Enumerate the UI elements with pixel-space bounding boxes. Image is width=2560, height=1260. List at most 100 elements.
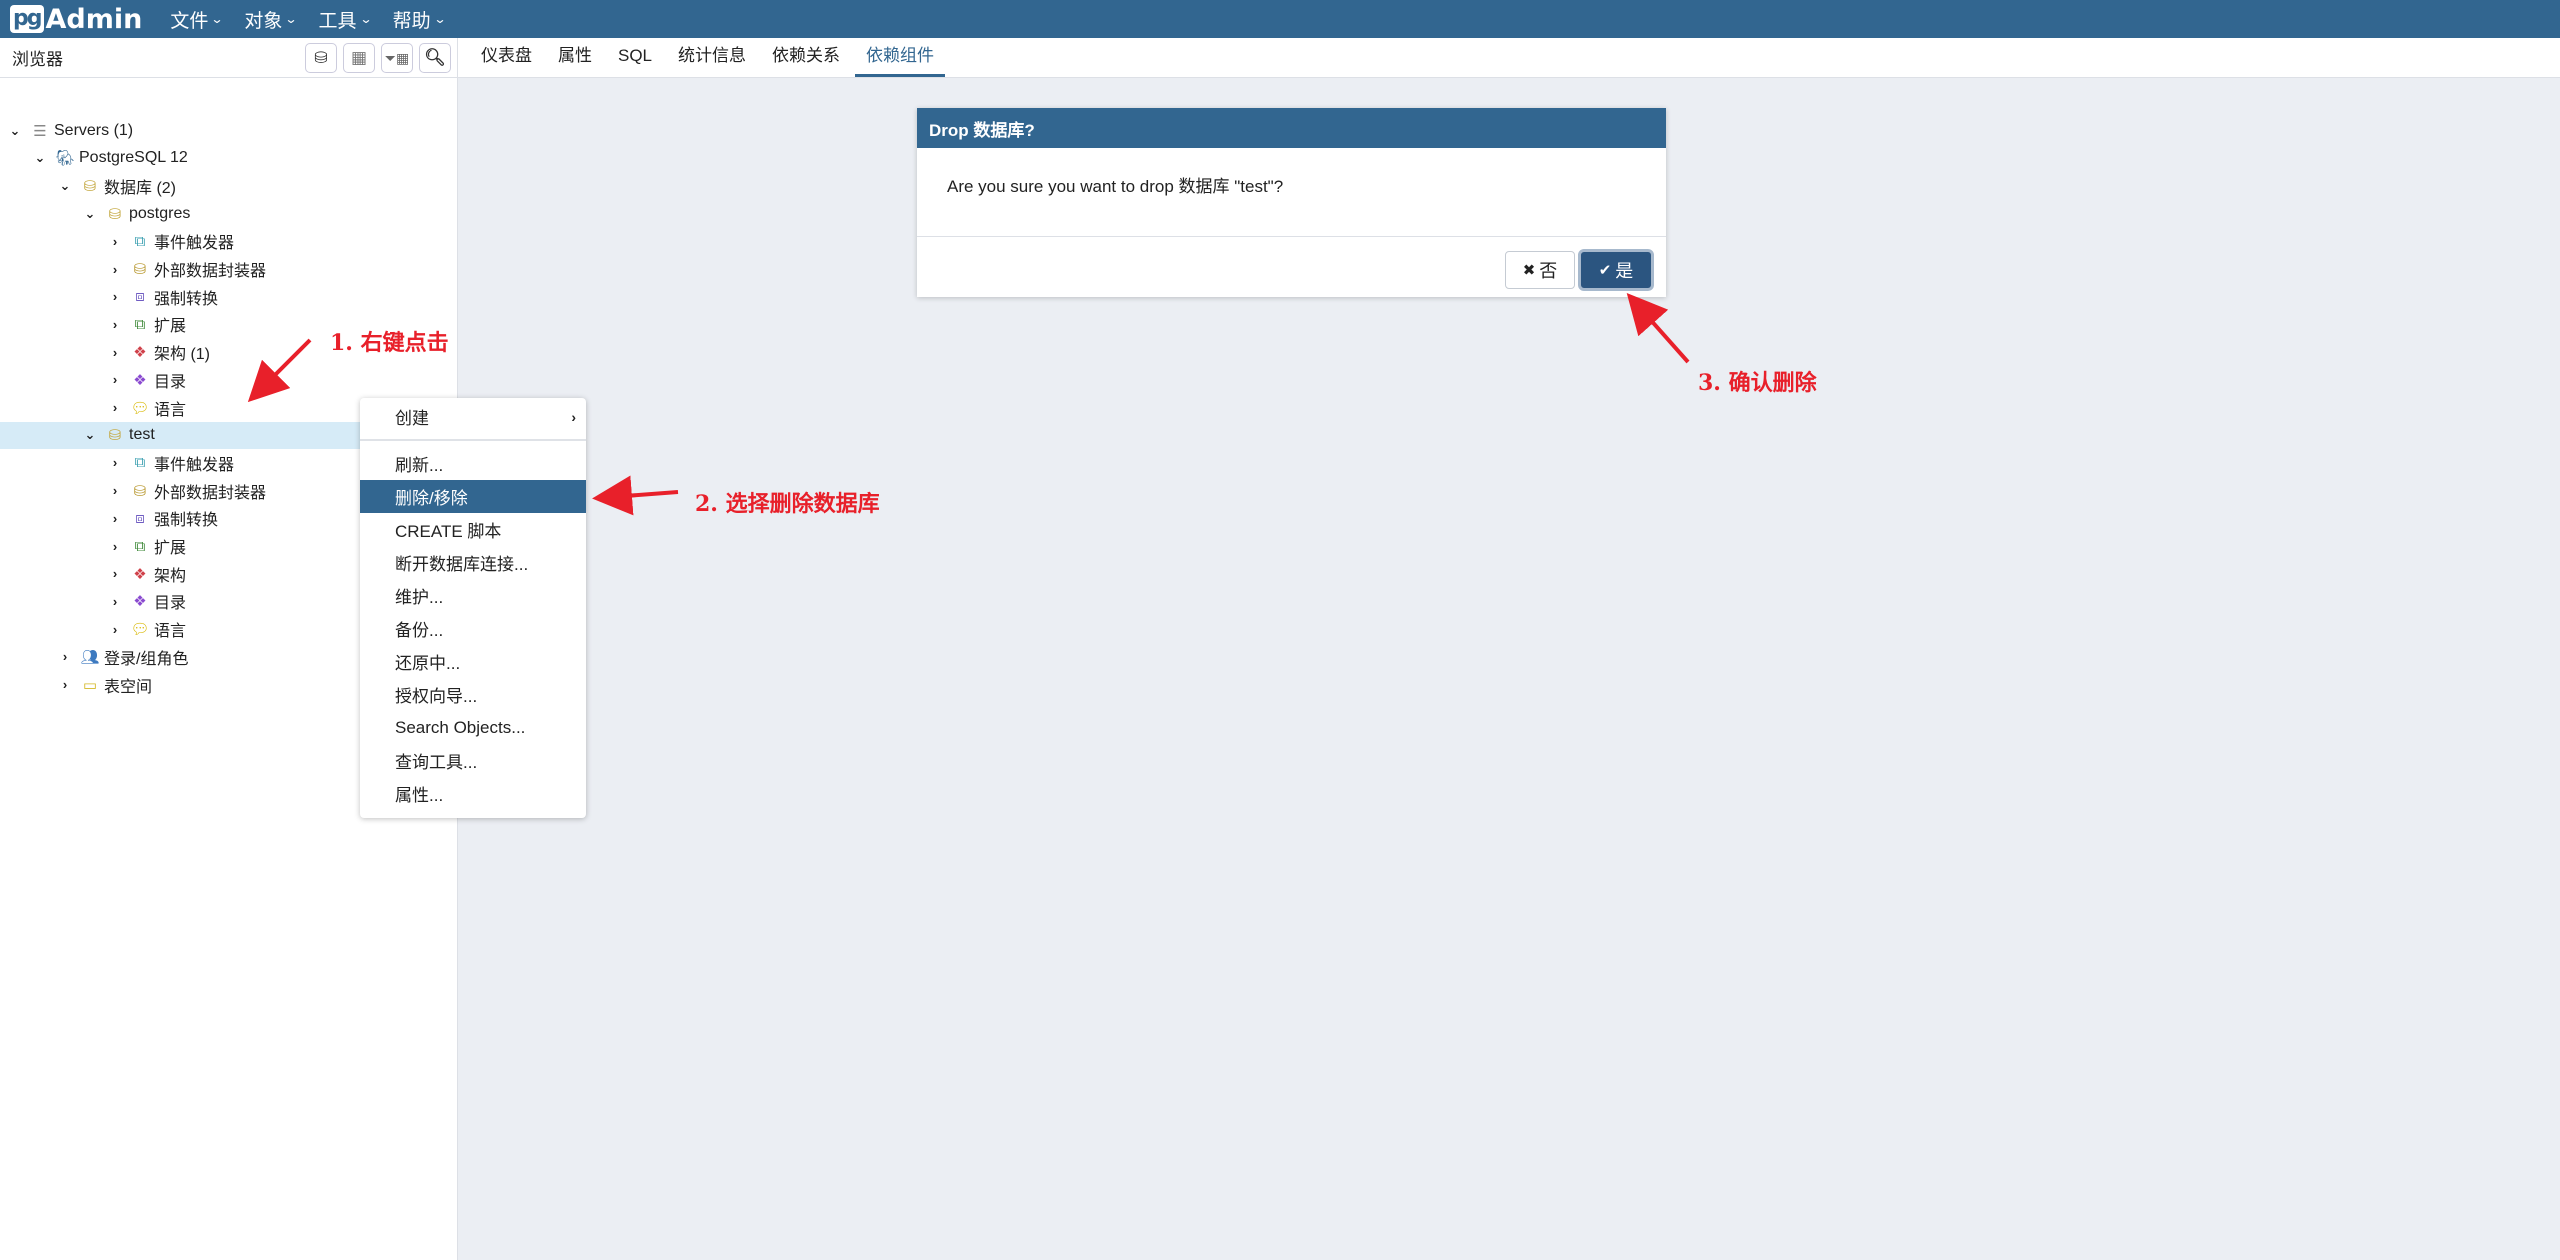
- chevron-right-icon[interactable]: ›: [108, 566, 122, 581]
- chevron-right-icon[interactable]: ›: [108, 289, 122, 304]
- menu-3[interactable]: 帮助 ⌄: [393, 6, 447, 33]
- tablespace-icon: ▭: [82, 676, 98, 694]
- no-button[interactable]: ✖ 否: [1505, 251, 1575, 289]
- pgadmin-logo: pg Admin: [10, 4, 142, 35]
- context-menu-item[interactable]: Search Objects...: [360, 711, 586, 744]
- context-menu-item[interactable]: 还原中...: [360, 645, 586, 678]
- chevron-down-icon[interactable]: ⌄: [33, 150, 47, 166]
- tree-node-label: 强制转换: [154, 512, 219, 530]
- view-data-icon: ▦: [350, 48, 368, 67]
- chevron-down-icon[interactable]: ⌄: [58, 178, 72, 194]
- context-menu-item[interactable]: 属性...: [360, 777, 586, 810]
- browser-title: 浏览器: [12, 50, 63, 69]
- context-menu-item[interactable]: 删除/移除: [360, 480, 586, 513]
- language-icon: 💬︎: [130, 399, 150, 417]
- tree-node-label: Servers (1): [54, 121, 134, 139]
- chevron-right-icon[interactable]: ›: [108, 455, 122, 470]
- databases-icon: ⛁: [83, 177, 97, 195]
- tree-node-label: 外部数据封装器: [154, 484, 267, 502]
- tree-node-label: 语言: [154, 623, 187, 641]
- chevron-right-icon[interactable]: ›: [108, 483, 122, 498]
- extension-icon: ⧉: [134, 315, 146, 333]
- tree-node-label: 外部数据封装器: [154, 263, 267, 280]
- drop-database-dialog: Drop 数据库? Are you sure you want to drop …: [917, 108, 1666, 297]
- tree-node-label: test: [129, 426, 155, 444]
- query-tool-button[interactable]: ⛁: [305, 43, 337, 73]
- extension-icon: ⧉: [134, 537, 146, 555]
- context-menu-item[interactable]: CREATE 脚本: [360, 513, 586, 546]
- annotation-step-1: 1. 右键点击: [330, 330, 449, 356]
- tree-node[interactable]: › ⧈ 强制转换: [0, 283, 457, 310]
- filtered-rows-icon: ⏷▦: [384, 49, 410, 66]
- chevron-right-icon[interactable]: ›: [108, 372, 122, 387]
- top-menubar: pg Admin 文件 ⌄ 对象 ⌄ 工具 ⌄ 帮助 ⌄: [0, 0, 2560, 38]
- servers-icon: ☰: [33, 122, 47, 140]
- fdw-icon: ⛁: [133, 261, 147, 278]
- tree-node-label: 事件触发器: [154, 456, 235, 474]
- view-data-button[interactable]: ▦: [343, 43, 375, 73]
- database-icon: ⛁: [108, 427, 122, 445]
- context-menu-item[interactable]: 创建 ›: [360, 400, 586, 433]
- chevron-down-icon: ⌄: [284, 12, 299, 26]
- context-menu-item[interactable]: 授权向导...: [360, 678, 586, 711]
- yes-button[interactable]: ✔ 是: [1578, 249, 1654, 291]
- tree-node[interactable]: ⌄ 🐘︎ PostgreSQL 12: [0, 145, 457, 172]
- tree-node[interactable]: › ❖ 目录: [0, 366, 457, 393]
- tree-node-label: postgres: [129, 204, 191, 222]
- tab-2[interactable]: SQL: [607, 46, 663, 77]
- chevron-right-icon[interactable]: ›: [108, 400, 122, 415]
- tree-node-label: 事件触发器: [154, 235, 235, 253]
- tab-4[interactable]: 依赖关系: [761, 41, 851, 77]
- search-objects-button[interactable]: 🔍︎: [419, 43, 451, 73]
- tree-node-label: 表空间: [104, 678, 153, 696]
- context-menu-item[interactable]: 查询工具...: [360, 744, 586, 777]
- chevron-right-icon[interactable]: ›: [108, 539, 122, 554]
- chevron-down-icon[interactable]: ⌄: [83, 206, 97, 222]
- menu-1[interactable]: 对象 ⌄: [244, 6, 299, 33]
- event-trigger-icon: ⧉: [134, 454, 146, 472]
- tab-3[interactable]: 统计信息: [667, 41, 757, 77]
- dialog-title: Drop 数据库?: [917, 108, 1666, 148]
- tree-node[interactable]: › ⧉ 事件触发器: [0, 228, 457, 255]
- tab-1[interactable]: 属性: [547, 41, 603, 77]
- context-menu-item[interactable]: 维护...: [360, 579, 586, 612]
- tree-node[interactable]: ⌄ ⛁ postgres: [0, 200, 457, 227]
- chevron-right-icon[interactable]: ›: [108, 345, 122, 360]
- chevron-right-icon[interactable]: ›: [108, 262, 122, 277]
- catalog-icon: ❖: [133, 371, 147, 389]
- tab-0[interactable]: 仪表盘: [470, 41, 543, 77]
- tree-node-label: 登录/组角色: [104, 650, 189, 668]
- chevron-right-icon[interactable]: ›: [108, 594, 122, 609]
- schema-icon: ❖: [133, 344, 147, 362]
- cast-icon: ⧈: [135, 509, 145, 527]
- chevron-right-icon[interactable]: ›: [58, 649, 72, 664]
- context-menu-item[interactable]: 刷新...: [360, 447, 586, 480]
- tree-node-label: 强制转换: [154, 290, 219, 308]
- tree-node[interactable]: ⌄ ☰ Servers (1): [0, 117, 457, 144]
- menu-2[interactable]: 工具 ⌄: [319, 6, 373, 33]
- tree-node-label: 架构: [154, 567, 187, 585]
- language-icon: 💬︎: [130, 621, 150, 639]
- context-menu-item[interactable]: 断开数据库连接...: [360, 546, 586, 579]
- chevron-right-icon[interactable]: ›: [108, 317, 122, 332]
- chevron-right-icon[interactable]: ›: [108, 511, 122, 526]
- menu-0[interactable]: 文件 ⌄: [170, 6, 224, 33]
- tab-5[interactable]: 依赖组件: [855, 41, 946, 77]
- tree-node-label: 语言: [154, 401, 187, 419]
- check-icon: ✔: [1598, 262, 1612, 279]
- chevron-right-icon: ›: [571, 408, 576, 425]
- browser-header: 浏览器 ⛁ ▦ ⏷▦ 🔍︎: [0, 38, 457, 78]
- chevron-right-icon[interactable]: ›: [58, 677, 72, 692]
- chevron-right-icon[interactable]: ›: [108, 234, 122, 249]
- chevron-down-icon[interactable]: ⌄: [83, 427, 97, 443]
- chevron-right-icon[interactable]: ›: [108, 622, 122, 637]
- filtered-rows-button[interactable]: ⏷▦: [381, 43, 413, 73]
- chevron-down-icon[interactable]: ⌄: [8, 123, 22, 139]
- roles-icon: 👥︎: [80, 648, 100, 666]
- tree-node[interactable]: ⌄ ⛁ 数据库 (2): [0, 172, 457, 199]
- tree-node-label: PostgreSQL 12: [79, 149, 188, 167]
- chevron-down-icon: ⌄: [210, 12, 224, 26]
- tree-node[interactable]: › ⛁ 外部数据封装器: [0, 256, 457, 283]
- context-menu-item[interactable]: 备份...: [360, 612, 586, 645]
- tab-bar: 仪表盘 属性 SQL 统计信息 依赖关系 依赖组件: [458, 38, 2560, 78]
